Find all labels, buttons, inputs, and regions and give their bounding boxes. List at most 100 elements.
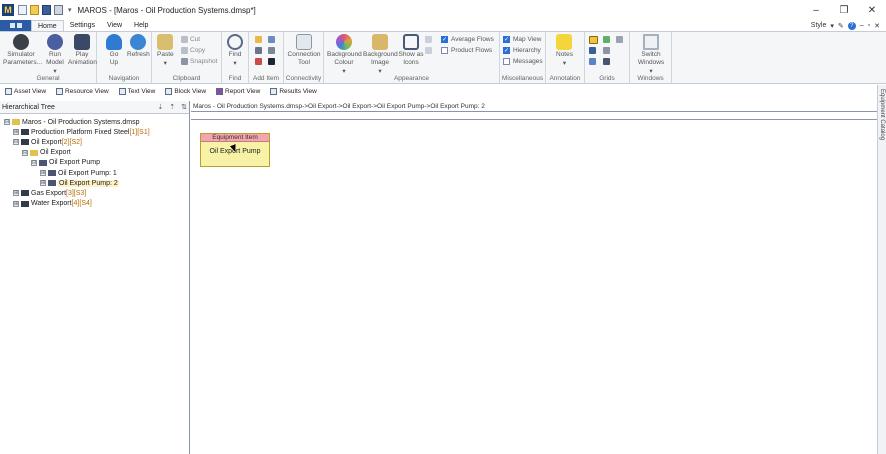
map-view-check-icon[interactable]: ✓ xyxy=(503,36,510,43)
tree-node-tag: [2][S2] xyxy=(61,138,82,146)
collapse-node-icon[interactable]: ⊟ xyxy=(31,159,37,166)
add-table-icon[interactable] xyxy=(268,47,275,54)
switch-windows-icon xyxy=(643,34,659,50)
open-folder-icon[interactable] xyxy=(30,5,39,15)
map-view-checkbox[interactable]: ✓ Map View xyxy=(503,36,541,43)
grid-chart-icon[interactable] xyxy=(589,47,596,54)
restore-button[interactable]: ❐ xyxy=(830,0,858,20)
collapse-node-icon[interactable]: ⊟ xyxy=(22,149,28,156)
tab-home[interactable]: Home xyxy=(31,20,64,31)
grid-settings-icon[interactable] xyxy=(603,47,610,54)
add-folder-icon[interactable] xyxy=(255,36,262,43)
cut-button[interactable]: Cut xyxy=(181,36,200,43)
tab-settings[interactable]: Settings xyxy=(64,20,101,31)
equipment-catalog-panel[interactable]: Equipment Catalog xyxy=(877,85,886,454)
find-button[interactable]: Find ▾ xyxy=(227,34,243,68)
add-database-icon[interactable] xyxy=(255,47,262,54)
file-menu-button[interactable] xyxy=(0,20,31,31)
tree-node[interactable]: ⊞ Oil Export Pump: 1 xyxy=(0,168,189,178)
go-up-button[interactable]: Go Up xyxy=(106,34,122,67)
doc-minimize-button[interactable]: – xyxy=(860,22,864,29)
tab-asset-view[interactable]: Asset View xyxy=(0,85,51,97)
expand-node-icon[interactable]: ⊞ xyxy=(40,180,46,187)
text-view-icon xyxy=(118,87,126,95)
copy-button[interactable]: Copy xyxy=(181,47,205,54)
notes-button[interactable]: Notes ▾ xyxy=(556,34,573,68)
switch-windows-button[interactable]: Switch Windows ▾ xyxy=(634,34,668,76)
collapse-all-icon[interactable]: ⇡ xyxy=(169,103,175,111)
connection-tool-button[interactable]: Connection Tool xyxy=(287,34,321,67)
notes-dropdown-icon[interactable]: ▾ xyxy=(563,60,566,68)
tab-text-view[interactable]: Text View xyxy=(114,85,161,97)
sort-icon[interactable]: ⇅ xyxy=(181,103,187,111)
flow-values-icon[interactable] xyxy=(425,47,432,54)
tree-node[interactable]: ⊟ Oil Export Pump xyxy=(0,158,189,168)
grid-link-icon[interactable] xyxy=(589,58,596,65)
tree-node[interactable]: ⊟ Maros - Oil Production Systems.dmsp xyxy=(0,117,189,127)
hierarchy-check-icon[interactable]: ✓ xyxy=(503,47,510,54)
paste-dropdown-icon[interactable]: ▾ xyxy=(164,60,167,68)
minimize-button[interactable]: – xyxy=(802,0,830,20)
tree-node-label: Gas Export xyxy=(31,189,67,197)
add-report-icon[interactable] xyxy=(255,58,262,65)
print-icon[interactable] xyxy=(54,5,63,15)
help-icon[interactable]: ? xyxy=(847,21,856,30)
tab-block-view[interactable]: Block View xyxy=(160,85,211,97)
play-animation-button[interactable]: Play Animation xyxy=(68,34,97,67)
find-dropdown-icon[interactable]: ▾ xyxy=(233,60,236,68)
grid-toggle-icon[interactable] xyxy=(589,36,598,44)
diagram-canvas[interactable]: Equipment Item Oil Export Pump xyxy=(191,119,877,454)
tab-results-view[interactable]: Results View xyxy=(265,85,321,97)
expand-node-icon[interactable]: ⊞ xyxy=(13,190,19,197)
background-colour-button[interactable]: Background Colour ▾ xyxy=(327,34,362,76)
grid-database-icon[interactable] xyxy=(603,58,610,65)
background-image-button[interactable]: Background Image ▾ xyxy=(363,34,398,76)
collapse-node-icon[interactable]: ⊟ xyxy=(13,139,19,146)
tree-node[interactable]: ⊟ Oil Export xyxy=(0,148,189,158)
close-button[interactable]: ✕ xyxy=(858,0,886,20)
tree-node[interactable]: ⊞ Oil Export Pump: 2 xyxy=(0,178,189,188)
average-flows-checkbox[interactable]: ✓ Average Flows xyxy=(441,36,494,43)
pin-icon[interactable]: ✎ xyxy=(838,22,844,30)
quick-access-more-icon[interactable]: ▾ xyxy=(68,6,72,14)
expand-node-icon[interactable]: ⊞ xyxy=(13,200,19,207)
expand-node-icon[interactable]: ⊞ xyxy=(13,129,19,136)
new-file-icon[interactable] xyxy=(18,5,27,15)
add-block-icon[interactable] xyxy=(268,58,275,65)
collapse-node-icon[interactable]: ⊟ xyxy=(4,119,10,126)
messages-check-icon[interactable] xyxy=(503,58,510,65)
tab-help[interactable]: Help xyxy=(128,20,154,31)
show-as-icons-button[interactable]: Show as Icons xyxy=(398,34,424,67)
style-dropdown-arrow-icon[interactable]: ▾ xyxy=(830,22,834,30)
product-flows-checkbox[interactable]: Product Flows xyxy=(441,47,492,54)
expand-all-icon[interactable]: ⇣ xyxy=(157,103,163,111)
grid-export-icon[interactable] xyxy=(616,36,623,43)
flow-labels-icon[interactable] xyxy=(425,36,432,43)
tab-resource-view[interactable]: Resource View xyxy=(51,85,114,97)
tree-node-icon xyxy=(21,129,29,136)
doc-restore-button[interactable]: ▫ xyxy=(868,22,870,29)
tree-node-label: Oil Export xyxy=(31,138,62,146)
product-flows-check-icon[interactable] xyxy=(441,47,448,54)
average-flows-check-icon[interactable]: ✓ xyxy=(441,36,448,43)
messages-checkbox[interactable]: Messages xyxy=(503,58,543,65)
tree-node[interactable]: ⊞ Water Export [4][S4] xyxy=(0,199,189,209)
doc-close-button[interactable]: ✕ xyxy=(874,22,880,30)
hierarchy-checkbox[interactable]: ✓ Hierarchy xyxy=(503,47,541,54)
tab-view[interactable]: View xyxy=(101,20,128,31)
tree-node[interactable]: ⊞ Production Platform Fixed Steel [1][S1] xyxy=(0,127,189,137)
style-dropdown[interactable]: Style xyxy=(811,22,827,29)
paste-button[interactable]: Paste ▾ xyxy=(157,34,174,68)
add-grid-icon[interactable] xyxy=(268,36,275,43)
snapshot-button[interactable]: Snapshot xyxy=(181,58,217,65)
run-model-button[interactable]: Run Model ▾ xyxy=(44,34,66,76)
simulator-parameters-button[interactable]: Simulator Parameters... xyxy=(3,34,42,67)
tree-node[interactable]: ⊟ Oil Export [2][S2] xyxy=(0,137,189,147)
expand-node-icon[interactable]: ⊞ xyxy=(40,170,46,177)
grid-refresh-icon[interactable] xyxy=(603,36,610,43)
refresh-button[interactable]: Refresh xyxy=(127,34,150,59)
save-icon[interactable] xyxy=(42,5,51,15)
tree-node[interactable]: ⊞ Gas Export [3][S3] xyxy=(0,188,189,198)
app-logo: M xyxy=(2,4,14,16)
tab-report-view[interactable]: Report View xyxy=(211,85,265,97)
